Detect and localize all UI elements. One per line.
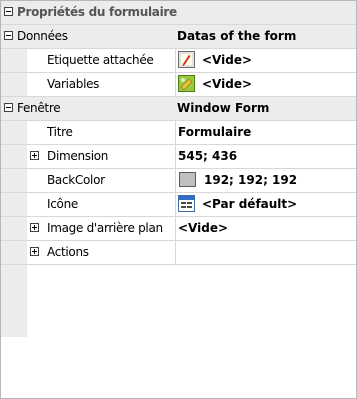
category-label: Données [17, 29, 68, 43]
property-name: Actions [47, 245, 89, 259]
value-text: 192; 192; 192 [204, 173, 298, 187]
property-value-titre[interactable]: Formulaire [175, 121, 356, 144]
expand-plus-icon[interactable] [30, 247, 39, 256]
property-row-etiquette[interactable]: Etiquette attachée <Vide> [1, 49, 356, 73]
property-row-titre[interactable]: Titre Formulaire [1, 121, 356, 145]
gutter [1, 265, 27, 337]
property-value-dimension[interactable]: 545; 436 [175, 145, 356, 168]
property-name: Variables [47, 77, 100, 91]
property-name: Etiquette attachée [47, 53, 154, 67]
value-text: <Par défault> [202, 197, 298, 211]
category-row-donnees[interactable]: Données Datas of the form [1, 25, 356, 49]
value-text: <Vide> [202, 77, 253, 91]
color-swatch [179, 172, 196, 187]
property-value-backcolor[interactable]: 192; 192; 192 [175, 169, 356, 192]
property-name: Titre [47, 125, 73, 139]
property-row-icone[interactable]: Icône <Par défault> [1, 193, 356, 217]
property-value-actions[interactable] [175, 241, 356, 264]
property-value-image[interactable]: <Vide> [175, 217, 356, 240]
expand-plus-icon[interactable] [30, 223, 39, 232]
property-value-etiquette[interactable]: <Vide> [175, 49, 356, 72]
form-icon [178, 195, 195, 212]
empty-area [1, 337, 356, 398]
properties-panel: Propriétés du formulaire Données Datas o… [0, 0, 357, 399]
property-row-backcolor[interactable]: BackColor 192; 192; 192 [1, 169, 356, 193]
collapse-minus-icon[interactable] [4, 103, 13, 112]
property-row-dimension[interactable]: Dimension 545; 436 [1, 145, 356, 169]
property-name: Icône [47, 197, 78, 211]
property-name: BackColor [47, 173, 105, 187]
label-icon [178, 51, 195, 68]
property-name: Dimension [47, 149, 109, 163]
property-row-actions[interactable]: Actions [1, 241, 356, 265]
value-text: <Vide> [202, 53, 253, 67]
variables-icon [178, 75, 195, 92]
property-row-variables[interactable]: Variables <Vide> [1, 73, 356, 97]
expand-plus-icon[interactable] [30, 151, 39, 160]
category-value: Window Form [177, 101, 270, 115]
collapse-minus-icon[interactable] [4, 7, 13, 16]
property-row-image-arriere-plan[interactable]: Image d'arrière plan <Vide> [1, 217, 356, 241]
section-title: Propriétés du formulaire [17, 5, 177, 19]
category-row-fenetre[interactable]: Fenêtre Window Form [1, 97, 356, 121]
property-name: Image d'arrière plan [47, 221, 163, 235]
collapse-minus-icon[interactable] [4, 31, 13, 40]
property-value-variables[interactable]: <Vide> [175, 73, 356, 96]
property-value-icone[interactable]: <Par défault> [175, 193, 356, 216]
section-header-form-properties[interactable]: Propriétés du formulaire [1, 1, 356, 25]
category-value: Datas of the form [177, 29, 297, 43]
category-label: Fenêtre [17, 101, 61, 115]
